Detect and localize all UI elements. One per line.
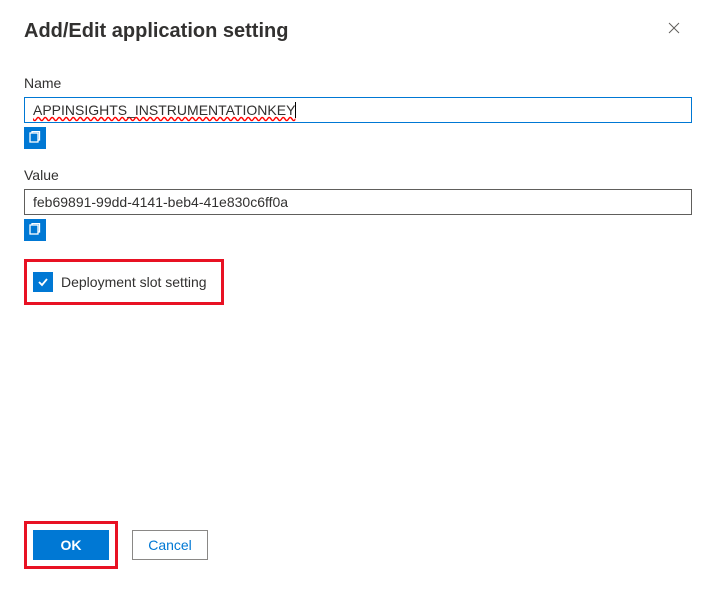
footer-buttons: OK Cancel (24, 521, 208, 569)
copy-name-button[interactable] (24, 127, 46, 149)
copy-icon (28, 223, 42, 237)
deployment-slot-checkbox-row[interactable]: Deployment slot setting (33, 266, 215, 298)
name-input[interactable]: APPINSIGHTS_INSTRUMENTATIONKEY (24, 97, 692, 123)
ok-button[interactable]: OK (33, 530, 109, 560)
value-label: Value (24, 167, 682, 183)
panel-title: Add/Edit application setting (24, 20, 288, 43)
close-button[interactable] (666, 20, 682, 36)
copy-icon (28, 131, 42, 145)
checkmark-icon (36, 275, 50, 289)
name-field-group: Name APPINSIGHTS_INSTRUMENTATIONKEY (24, 75, 682, 149)
name-input-value: APPINSIGHTS_INSTRUMENTATIONKEY (33, 102, 295, 118)
cancel-button[interactable]: Cancel (132, 530, 208, 560)
value-field-group: Value (24, 167, 682, 241)
value-input[interactable] (24, 189, 692, 215)
ok-button-highlight: OK (24, 521, 118, 569)
deployment-slot-highlight: Deployment slot setting (24, 259, 224, 305)
close-icon (668, 22, 680, 34)
deployment-slot-label: Deployment slot setting (61, 274, 207, 290)
text-caret (295, 102, 296, 118)
name-label: Name (24, 75, 682, 91)
deployment-slot-checkbox[interactable] (33, 272, 53, 292)
copy-value-button[interactable] (24, 219, 46, 241)
